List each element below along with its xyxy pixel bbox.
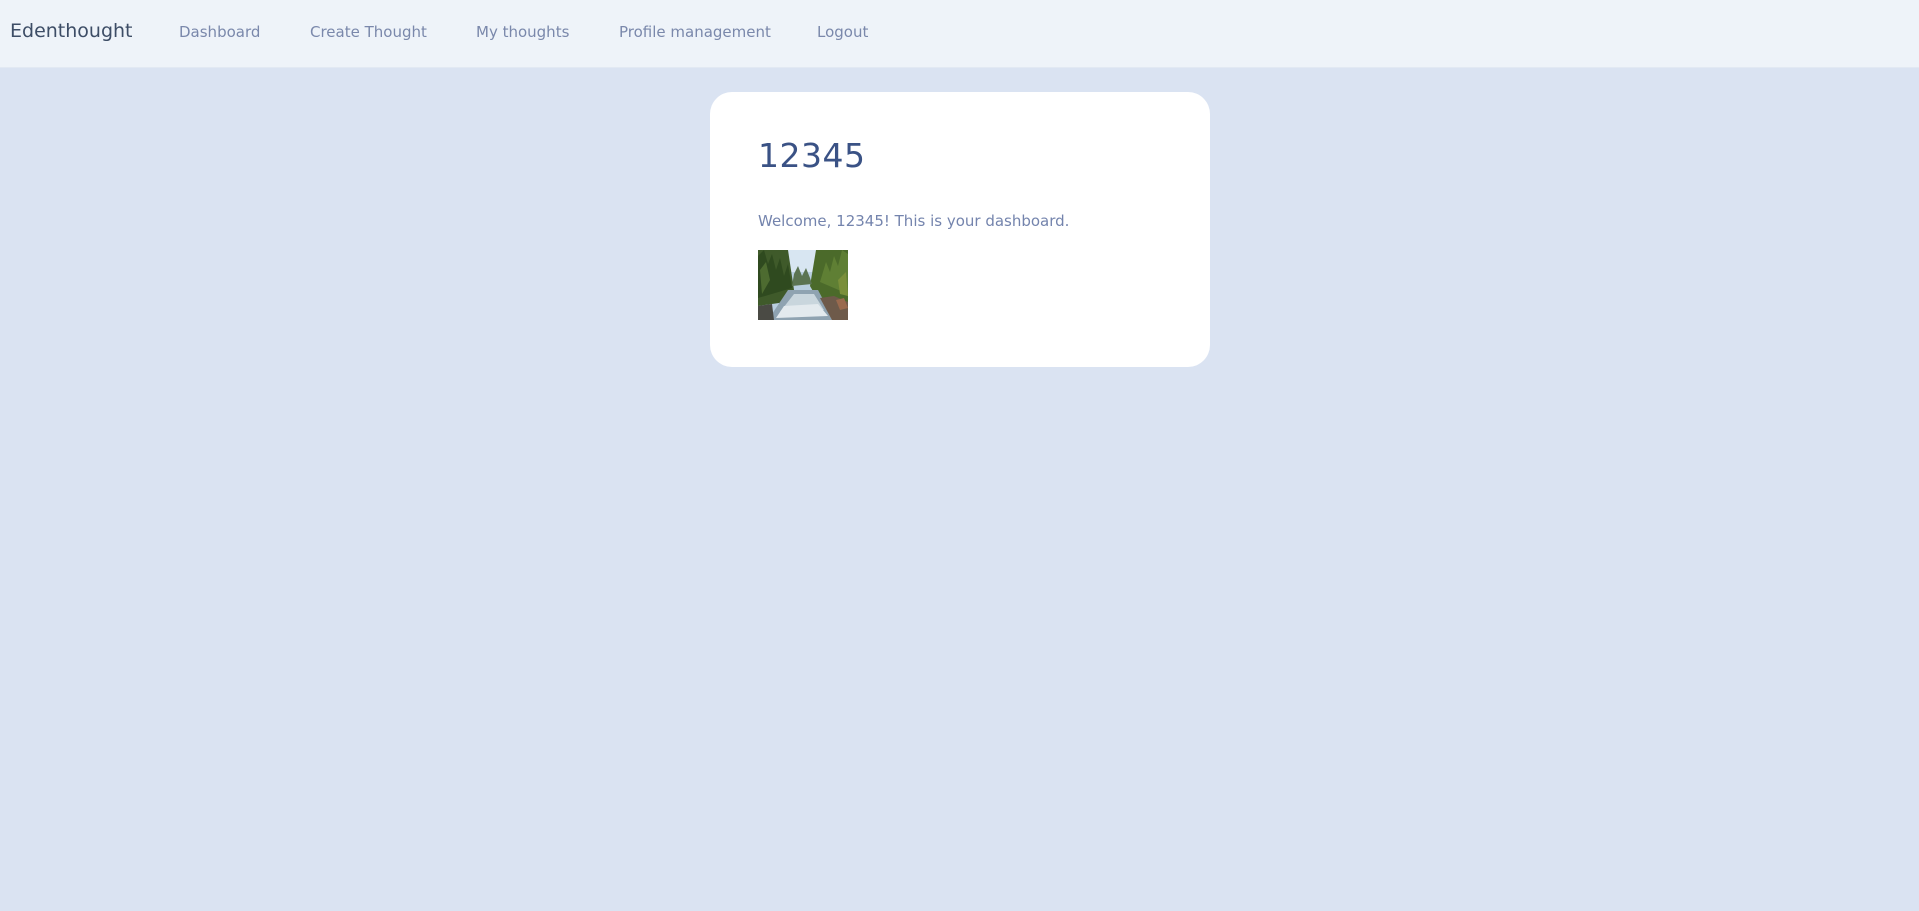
nav-link-create-thought[interactable]: Create Thought bbox=[310, 23, 427, 41]
dashboard-card: 12345 Welcome, 12345! This is your dashb… bbox=[710, 92, 1210, 367]
nav-link-logout[interactable]: Logout bbox=[817, 23, 868, 41]
page-title: 12345 bbox=[758, 136, 866, 175]
welcome-message: Welcome, 12345! This is your dashboard. bbox=[758, 212, 1070, 230]
brand-link[interactable]: Edenthought bbox=[10, 20, 133, 42]
nav-link-profile-management[interactable]: Profile management bbox=[619, 23, 771, 41]
river-forest-photo-icon bbox=[758, 250, 848, 320]
nav-link-dashboard[interactable]: Dashboard bbox=[179, 23, 260, 41]
top-navbar: Edenthought Dashboard Create Thought My … bbox=[0, 0, 1919, 68]
nav-link-my-thoughts[interactable]: My thoughts bbox=[476, 23, 569, 41]
profile-image bbox=[758, 250, 848, 320]
